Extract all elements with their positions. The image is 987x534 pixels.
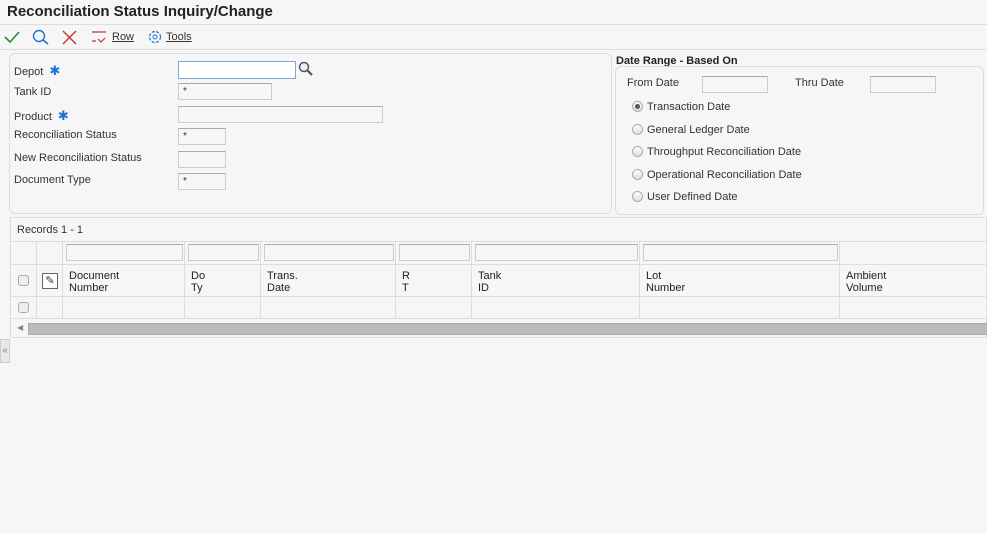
column-header[interactable]: Trans. Date xyxy=(261,266,304,298)
row-icon xyxy=(92,31,106,43)
recon-status-input[interactable]: * xyxy=(178,128,226,145)
cancel-button[interactable] xyxy=(62,28,77,46)
product-input[interactable] xyxy=(178,106,383,123)
search-icon xyxy=(298,61,313,76)
tools-label: Tools xyxy=(166,31,192,43)
select-all-checkbox[interactable] xyxy=(18,275,29,286)
radio-label: General Ledger Date xyxy=(647,123,750,136)
recon-status-label: Reconciliation Status xyxy=(14,129,117,141)
from-date-input[interactable] xyxy=(702,76,768,93)
gear-icon xyxy=(148,30,162,44)
required-icon: ✱ xyxy=(49,63,61,78)
column-header[interactable]: Tank ID xyxy=(472,266,507,298)
collapse-panel-button[interactable]: « xyxy=(0,339,10,363)
row-checkbox[interactable] xyxy=(18,302,29,313)
radio-label: Operational Reconciliation Date xyxy=(647,168,802,181)
column-filter-input[interactable] xyxy=(264,244,394,261)
radio-button[interactable] xyxy=(632,123,643,135)
page-title: Reconciliation Status Inquiry/Change xyxy=(7,3,273,20)
required-icon: ✱ xyxy=(57,108,69,123)
new-recon-status-input[interactable] xyxy=(178,151,226,168)
edit-icon[interactable]: ✎ xyxy=(42,273,58,289)
column-header[interactable]: Lot Number xyxy=(640,266,691,298)
checkmark-icon xyxy=(4,31,20,44)
column-header[interactable]: Ambient Volume xyxy=(840,266,892,298)
tools-menu-button[interactable]: Tools xyxy=(147,28,192,46)
records-count: Records 1 - 1 xyxy=(17,224,84,236)
find-button[interactable] xyxy=(32,28,49,46)
product-label: Product ✱ xyxy=(14,108,69,123)
column-filter-input[interactable] xyxy=(188,244,259,261)
scroll-left-arrow[interactable]: ◀ xyxy=(17,323,23,332)
new-recon-status-label: New Reconciliation Status xyxy=(14,152,142,164)
radio-button[interactable] xyxy=(632,146,643,157)
column-header[interactable]: RT xyxy=(396,266,416,298)
radio-button[interactable] xyxy=(632,101,643,112)
radio-button[interactable] xyxy=(632,191,643,202)
column-filter-input[interactable] xyxy=(66,244,183,261)
depot-label: Depot ✱ xyxy=(14,63,61,78)
column-filter-input[interactable] xyxy=(643,244,838,261)
records-grid: Records 1 - 1 ✎ Document Number Do Ty Trans. D… xyxy=(10,217,987,338)
column-header[interactable]: Do Ty xyxy=(185,266,211,298)
radio-button[interactable] xyxy=(632,168,643,180)
tank-id-input[interactable]: * xyxy=(178,83,272,100)
ok-button[interactable] xyxy=(4,28,20,46)
divider xyxy=(0,49,987,50)
horizontal-scrollbar[interactable] xyxy=(28,323,987,335)
depot-input[interactable] xyxy=(178,61,296,79)
radio-label: Transaction Date xyxy=(647,101,731,113)
depot-search-button[interactable] xyxy=(298,61,314,80)
row-menu-button[interactable]: Row xyxy=(91,28,134,46)
column-filter-input[interactable] xyxy=(475,244,638,261)
column-header[interactable]: Document Number xyxy=(63,266,125,298)
from-date-label: From Date xyxy=(627,77,679,89)
radio-label: User Defined Date xyxy=(647,191,738,203)
thru-date-label: Thru Date xyxy=(795,77,844,89)
row-label: Row xyxy=(112,31,135,43)
thru-date-input[interactable] xyxy=(870,76,936,93)
radio-label: Throughput Reconciliation Date xyxy=(647,146,802,158)
divider xyxy=(0,24,987,25)
column-filter-input[interactable] xyxy=(399,244,470,261)
doc-type-label: Document Type xyxy=(14,174,91,186)
tank-id-label: Tank ID xyxy=(14,86,52,98)
doc-type-input[interactable]: * xyxy=(178,173,226,190)
search-icon xyxy=(32,29,49,45)
close-icon xyxy=(62,30,77,44)
